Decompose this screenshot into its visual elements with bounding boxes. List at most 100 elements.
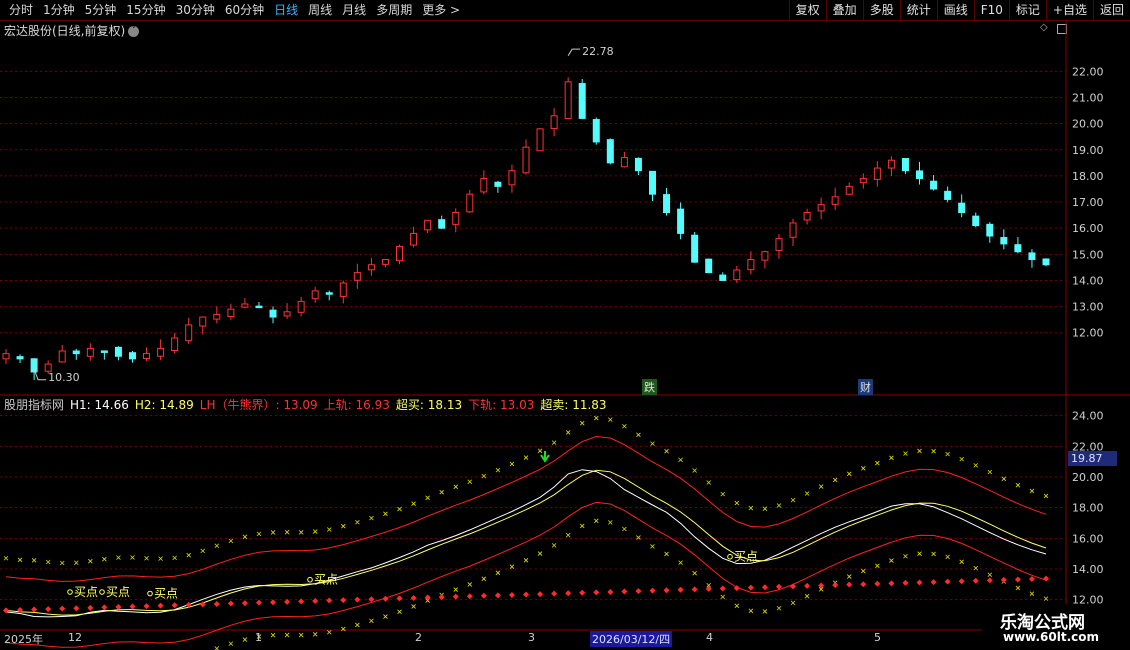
- band-cross-mark: [959, 559, 964, 565]
- band-cross-mark: [17, 557, 23, 563]
- buy-point-dot: [147, 590, 153, 597]
- h1-value: H1: 14.66: [70, 398, 129, 412]
- bull-bear-marker: [677, 586, 684, 593]
- bull-bear-marker: [888, 580, 895, 587]
- band-cross-mark: [312, 529, 318, 534]
- bull-bear-marker: [241, 600, 248, 607]
- bull-bear-marker: [860, 581, 867, 588]
- bull-bear-marker: [663, 587, 670, 594]
- band-cross-mark: [804, 593, 810, 599]
- band-cross-mark: [720, 594, 726, 600]
- candle-body: [58, 350, 66, 363]
- fall-badge[interactable]: 跌: [642, 379, 657, 395]
- band-cross-mark: [692, 468, 697, 473]
- candle-body: [227, 308, 235, 318]
- candle-body: [410, 232, 418, 246]
- band-cross-mark: [453, 484, 459, 490]
- band-cross-mark: [636, 535, 641, 540]
- candle-body: [930, 180, 938, 190]
- band-cross-mark: [102, 556, 107, 562]
- band-cross-mark: [875, 460, 880, 466]
- band-cross-mark: [537, 551, 543, 556]
- candle-body: [663, 194, 671, 214]
- bull-bear-marker: [326, 597, 333, 604]
- candle-body: [733, 269, 741, 281]
- candle-body: [1042, 258, 1050, 266]
- band-cross-mark: [116, 555, 121, 560]
- indicator-tick-label: 24.00: [1072, 410, 1104, 423]
- band-cross-mark: [917, 551, 922, 556]
- candle-body: [592, 119, 600, 143]
- high-price-label: 22.78: [582, 45, 614, 58]
- bull-bear-marker: [916, 579, 923, 586]
- finance-badge[interactable]: 财: [858, 379, 873, 395]
- candle-body: [100, 350, 108, 353]
- band-cross-mark: [172, 555, 177, 561]
- band-cross-mark: [945, 451, 950, 457]
- band-cross-mark: [875, 563, 880, 569]
- buy-point-label: 买点: [106, 585, 130, 599]
- current-value-label: 19.87: [1068, 451, 1117, 466]
- band-cross-mark: [397, 506, 402, 512]
- band-cross-mark: [509, 564, 515, 569]
- lower-band-line: [5, 501, 1047, 648]
- bull-bear-marker: [537, 591, 544, 598]
- candle-body: [367, 264, 375, 271]
- candle-body: [297, 300, 305, 313]
- band-cross-mark: [369, 515, 374, 521]
- indicator-tick-label: 16.00: [1072, 532, 1104, 545]
- candle-body: [817, 204, 825, 212]
- chart-canvas[interactable]: 22.00 21.00 20.00 19.00 18.00 17.00 16.00 15.00…: [0, 0, 1130, 650]
- bull-bear-marker: [480, 592, 487, 599]
- band-cross-mark: [383, 511, 388, 517]
- bull-bear-marker: [635, 588, 642, 595]
- band-cross-mark: [636, 432, 641, 438]
- low-price-label: 10.30: [48, 371, 80, 384]
- indicator-tick-label: 18.00: [1072, 502, 1104, 515]
- band-cross-mark: [355, 622, 360, 628]
- candle-body: [761, 251, 769, 261]
- band-cross-mark: [987, 469, 993, 475]
- candle-body: [325, 292, 333, 295]
- candle-body: [719, 274, 727, 281]
- bull-bear-marker: [972, 577, 979, 584]
- bull-bear-marker: [958, 578, 965, 585]
- indicator-name[interactable]: 股朋指标网: [4, 398, 64, 412]
- indicator-legend: 股朋指标网 H1: 14.66 H2: 14.89 LH（牛熊界）: 13.09 上轨:…: [4, 396, 613, 413]
- band-cross-mark: [214, 543, 220, 549]
- price-tick-label: 18.00: [1072, 170, 1104, 183]
- band-cross-mark: [720, 491, 726, 497]
- band-cross-mark: [298, 530, 304, 535]
- band-cross-mark: [228, 538, 234, 544]
- band-cross-mark: [776, 605, 782, 611]
- h2-value: H2: 14.89: [134, 398, 194, 412]
- band-cross-mark: [664, 551, 669, 557]
- candle-body: [480, 178, 488, 193]
- candle-body: [16, 356, 24, 360]
- candle-body: [873, 167, 881, 180]
- candle-body: [269, 309, 277, 318]
- candle-body: [283, 311, 291, 317]
- candle-body: [241, 303, 249, 308]
- candle-body: [72, 350, 80, 355]
- candle-body: [887, 159, 895, 169]
- band-cross-mark: [495, 467, 501, 473]
- bull-bear-marker: [438, 594, 445, 601]
- bull-bear-marker: [508, 591, 515, 598]
- candle-body: [648, 170, 656, 195]
- band-cross-mark: [748, 608, 754, 614]
- band-cross-mark: [734, 603, 740, 609]
- candle-body: [705, 258, 713, 274]
- band-cross-mark: [200, 548, 206, 554]
- bull-bear-marker: [607, 588, 614, 595]
- bull-bear-marker: [354, 596, 361, 603]
- bull-bear-marker: [171, 602, 178, 609]
- band-cross-mark: [608, 520, 613, 525]
- band-cross-mark: [270, 530, 276, 535]
- candle-body: [466, 193, 474, 213]
- candle-body: [958, 202, 966, 214]
- candle-body: [157, 347, 165, 357]
- price-tick-label: 15.00: [1072, 248, 1104, 261]
- bull-bear-marker: [466, 593, 473, 600]
- selected-date: 2026/03/12/四: [590, 631, 673, 647]
